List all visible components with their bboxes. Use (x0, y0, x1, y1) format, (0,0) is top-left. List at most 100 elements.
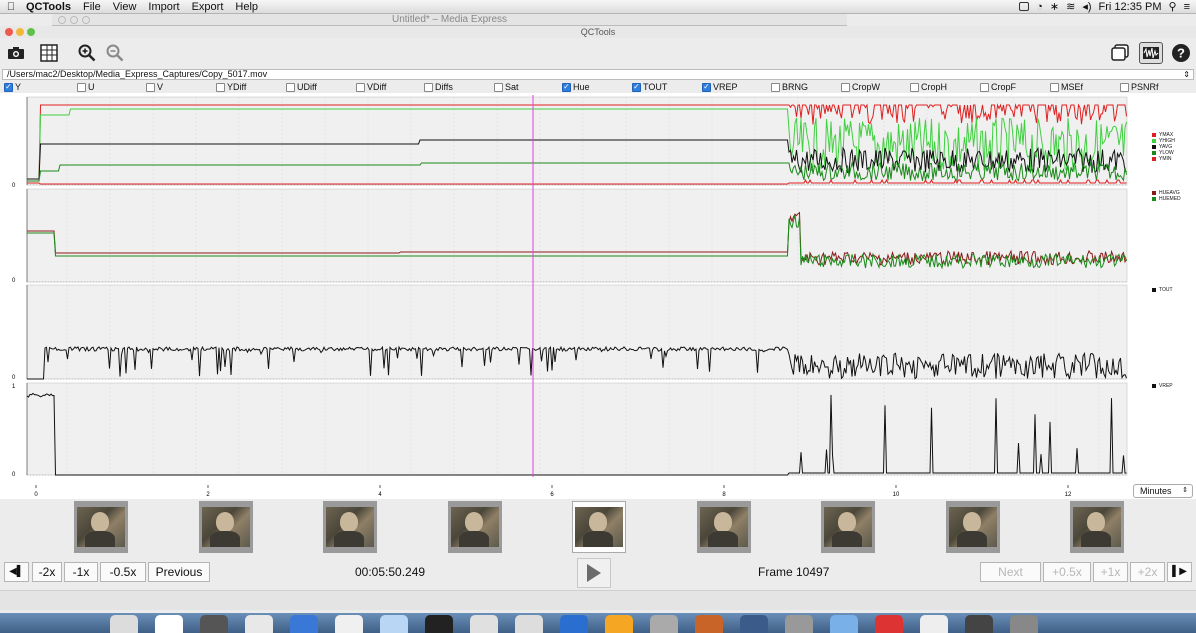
checkbox-sat[interactable]: Sat (494, 82, 519, 92)
dock-app-icon[interactable] (740, 615, 768, 633)
file-selector[interactable]: /Users/mac2/Desktop/Media_Express_Captur… (2, 69, 1194, 80)
dock-app-icon[interactable] (200, 615, 228, 633)
dock-app-icon[interactable] (875, 615, 903, 633)
windows-icon[interactable] (1109, 42, 1131, 64)
checkbox-box[interactable] (980, 82, 989, 92)
dock-app-icon[interactable] (1010, 615, 1038, 633)
zoom-window-button[interactable] (27, 28, 35, 36)
checkbox-box[interactable] (841, 82, 850, 92)
speed-minus-1x-button[interactable]: -1x (64, 562, 98, 582)
thumbnail[interactable] (447, 501, 502, 553)
next-button[interactable]: Next (980, 562, 1041, 582)
thumbnail[interactable] (74, 501, 128, 553)
checkbox-box[interactable] (494, 82, 503, 92)
minimize-window-button[interactable] (16, 28, 24, 36)
dock-app-icon[interactable] (785, 615, 813, 633)
speed-plus-2x-button[interactable]: +2x (1130, 562, 1165, 582)
checkbox-vdiff[interactable]: VDiff (356, 82, 386, 92)
checkbox-cropw[interactable]: CropW (841, 82, 880, 92)
thumbnail[interactable] (572, 501, 626, 553)
checkbox-box[interactable] (356, 82, 365, 92)
camera-icon[interactable] (5, 42, 27, 64)
dock-app-icon[interactable] (110, 615, 138, 633)
speed-plus-half-button[interactable]: +0.5x (1043, 562, 1091, 582)
checkbox-psnrf[interactable]: PSNRf (1120, 82, 1159, 92)
thumbnail[interactable] (323, 501, 377, 553)
clock[interactable]: Fri 12:35 PM (1099, 1, 1162, 13)
spotlight-icon[interactable]: ⚲ (1169, 0, 1177, 13)
jump-forward-button[interactable]: ▌▶ (1167, 562, 1192, 582)
thumbnail[interactable] (696, 501, 751, 553)
checkbox-box[interactable] (424, 82, 433, 92)
checkbox-box[interactable] (286, 82, 295, 92)
dock-app-icon[interactable] (560, 615, 588, 633)
dock-app-icon[interactable] (380, 615, 408, 633)
checkbox-box[interactable]: ✓ (4, 82, 13, 92)
dock-app-icon[interactable] (515, 615, 543, 633)
play-button[interactable] (577, 558, 611, 588)
waveform-icon[interactable] (1139, 42, 1163, 64)
airplay-icon[interactable] (1019, 2, 1030, 11)
checkbox-box[interactable] (910, 82, 919, 92)
checkbox-box[interactable]: ✓ (632, 82, 641, 92)
thumbnail[interactable] (821, 501, 875, 553)
checkbox-udiff[interactable]: UDiff (286, 82, 317, 92)
previous-button[interactable]: Previous (148, 562, 210, 582)
plot-panel-3[interactable] (26, 382, 1128, 476)
volume-icon[interactable]: ◂) (1082, 0, 1091, 13)
wifi-icon[interactable]: ≋ (1066, 0, 1075, 13)
thumbnail[interactable] (945, 501, 1000, 553)
help-icon[interactable]: ? (1170, 42, 1192, 64)
close-window-button[interactable] (5, 28, 13, 36)
checkbox-tout[interactable]: ✓ TOUT (632, 82, 667, 92)
checkbox-box[interactable] (771, 82, 780, 92)
table-icon[interactable] (38, 42, 60, 64)
checkbox-vrep[interactable]: ✓ VREP (702, 82, 738, 92)
dock-app-icon[interactable] (290, 615, 318, 633)
time-machine-icon[interactable]: ◔ (1036, 1, 1043, 13)
checkbox-u[interactable]: U (77, 82, 95, 92)
dock-app-icon[interactable] (650, 615, 678, 633)
checkbox-msef[interactable]: MSEf (1050, 82, 1083, 92)
menu-view[interactable]: View (107, 1, 143, 13)
zoom-in-icon[interactable] (76, 42, 98, 64)
dock-app-icon[interactable] (245, 615, 273, 633)
background-window[interactable]: Untitled* – Media Express (52, 14, 847, 26)
dock-app-icon[interactable] (695, 615, 723, 633)
checkbox-box[interactable] (1050, 82, 1059, 92)
jump-back-button[interactable]: ◀▌ (4, 562, 29, 582)
speed-minus-2x-button[interactable]: -2x (32, 562, 62, 582)
checkbox-croph[interactable]: CropH (910, 82, 947, 92)
zoom-out-icon[interactable] (104, 42, 126, 64)
plot-panel-1[interactable] (26, 188, 1128, 283)
apple-menu-icon[interactable]:  (0, 1, 22, 13)
dock-app-icon[interactable] (605, 615, 633, 633)
checkbox-box[interactable]: ✓ (562, 82, 571, 92)
checkbox-brng[interactable]: BRNG (771, 82, 808, 92)
units-select[interactable]: Minutes ⇕ (1133, 484, 1193, 498)
plots-svg[interactable]: 0 0 0 1 0 (0, 93, 1196, 485)
plot-panel-2[interactable] (26, 284, 1128, 380)
bluetooth-icon[interactable]: ∗ (1050, 0, 1059, 13)
app-menu[interactable]: QCTools (22, 1, 77, 13)
checkbox-box[interactable] (1120, 82, 1129, 92)
plots-area[interactable]: 0 0 0 1 0 YMAX YHIGH YAVG YLOW YMIN HUEAVG HUEMED… (0, 93, 1196, 485)
thumbnail[interactable] (1070, 501, 1124, 553)
dock-app-icon[interactable] (965, 615, 993, 633)
menu-help[interactable]: Help (229, 1, 264, 13)
dock-app-icon[interactable] (920, 615, 948, 633)
dock-app-icon[interactable] (830, 615, 858, 633)
notification-center-icon[interactable]: ≡ (1184, 1, 1190, 13)
thumbnail[interactable] (198, 501, 253, 553)
dock-app-icon[interactable] (470, 615, 498, 633)
menu-file[interactable]: File (77, 1, 107, 13)
dock-app-icon[interactable] (335, 615, 363, 633)
checkbox-cropf[interactable]: CropF (980, 82, 1016, 92)
checkbox-box[interactable] (77, 82, 86, 92)
menu-import[interactable]: Import (142, 1, 185, 13)
menu-export[interactable]: Export (186, 1, 230, 13)
checkbox-box[interactable]: ✓ (702, 82, 711, 92)
checkbox-box[interactable] (146, 82, 155, 92)
checkbox-ydiff[interactable]: YDiff (216, 82, 246, 92)
checkbox-diffs[interactable]: Diffs (424, 82, 453, 92)
